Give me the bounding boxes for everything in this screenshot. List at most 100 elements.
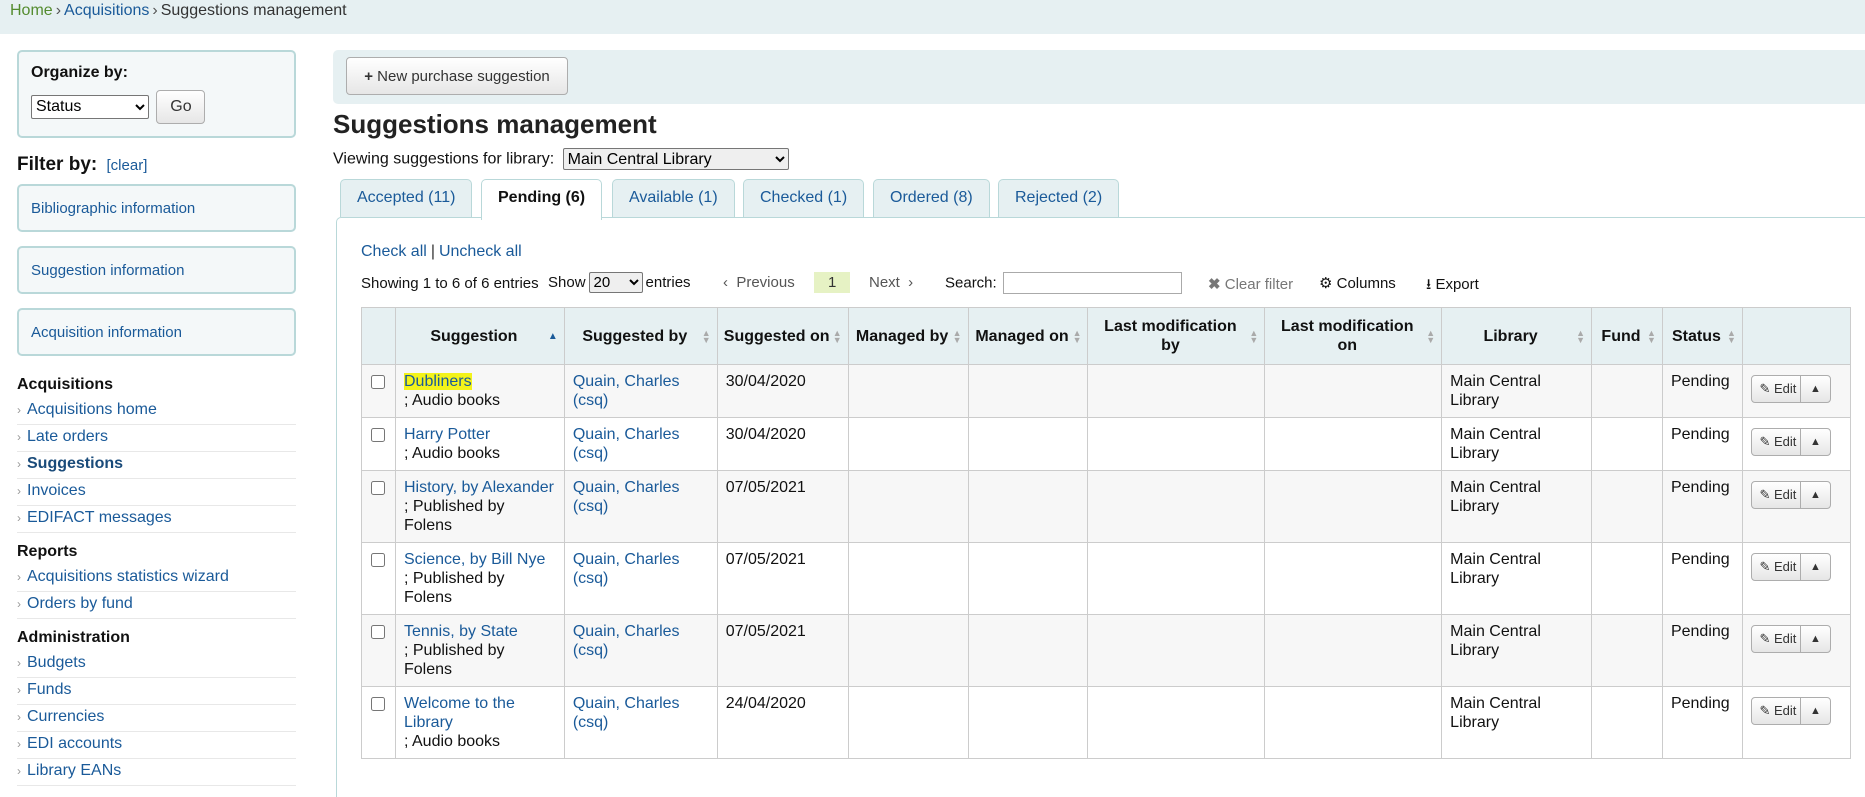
nav-item-acquisitions-home[interactable]: › Acquisitions home (17, 398, 296, 425)
edit-button[interactable]: ✎ Edit (1750, 697, 1805, 725)
suggestion-title-link[interactable]: Tennis, by State (404, 623, 518, 640)
header-managed-on[interactable]: Managed on ▲ ▼ (967, 307, 1089, 365)
suggestion-title-link[interactable]: Science, by Bill Nye (404, 551, 545, 568)
filter-section-label[interactable]: Suggestion information (31, 262, 184, 279)
chevron-right-icon: › (17, 403, 21, 417)
suggested-by-link[interactable]: Quain, Charles (csq) (573, 695, 680, 731)
nav-item-suggestions[interactable]: › Suggestions (17, 452, 296, 479)
breadcrumb-home-link[interactable]: Home (10, 2, 53, 19)
new-purchase-suggestion-button[interactable]: + New purchase suggestion (346, 57, 568, 95)
nav-item-orders-by-fund[interactable]: › Orders by fund (17, 592, 296, 619)
header-suggestion[interactable]: Suggestion ▲ (394, 307, 565, 365)
filter-section-acquisition[interactable]: Acquisition information (17, 308, 296, 356)
nav-item-label[interactable]: Acquisitions home (27, 401, 157, 418)
nav-item-label[interactable]: Library EANs (27, 762, 121, 779)
edit-button[interactable]: ✎ Edit (1750, 375, 1805, 403)
row-checkbox[interactable] (371, 428, 386, 442)
nav-item-late-orders[interactable]: › Late orders (17, 425, 296, 452)
nav-item-label[interactable]: Orders by fund (27, 595, 133, 612)
current-page-button[interactable]: 1 (814, 272, 851, 293)
filter-section-label[interactable]: Bibliographic information (31, 200, 195, 217)
columns-button[interactable]: ⚙ Columns (1319, 274, 1396, 292)
edit-button[interactable]: ✎ Edit (1750, 481, 1805, 509)
go-button[interactable]: Go (156, 90, 206, 124)
header-last-mod-by[interactable]: Last modification by ▲ ▼ (1087, 307, 1266, 365)
tab-rejected[interactable]: Rejected (2) (998, 179, 1120, 217)
nav-item-label[interactable]: Funds (27, 681, 71, 698)
row-checkbox[interactable] (371, 481, 386, 495)
nav-item-label[interactable]: Late orders (27, 428, 108, 445)
nav-item-label[interactable]: Currencies (27, 708, 104, 725)
actions-cell: ✎ Edit ▲ (1741, 614, 1852, 687)
nav-item-library-eans[interactable]: › Library EANs (17, 759, 296, 786)
actions-dropdown-button[interactable]: ▲ (1799, 553, 1831, 581)
nav-item-label[interactable]: Invoices (27, 482, 86, 499)
nav-item-label[interactable]: Budgets (27, 654, 86, 671)
suggested-by-link[interactable]: Quain, Charles (csq) (573, 479, 680, 515)
suggestion-title-link[interactable]: Harry Potter (404, 426, 490, 443)
actions-dropdown-button[interactable]: ▲ (1799, 375, 1831, 403)
nav-item-budgets[interactable]: › Budgets (17, 651, 296, 678)
nav-item-funds[interactable]: › Funds (17, 678, 296, 705)
nav-item-label[interactable]: Acquisitions statistics wizard (27, 568, 229, 585)
suggestion-title-link[interactable]: Dubliners (403, 373, 472, 390)
header-suggested-by[interactable]: Suggested by ▲ ▼ (563, 307, 718, 365)
managed-by-cell (847, 364, 969, 418)
page-size-select[interactable]: 20 (588, 272, 643, 293)
actions-dropdown-button[interactable]: ▲ (1799, 697, 1831, 725)
previous-page-button[interactable]: ‹ Previous (723, 274, 795, 291)
suggestion-title-link[interactable]: Welcome to the Library (404, 695, 515, 731)
row-checkbox[interactable] (371, 553, 386, 567)
suggestions-table: Suggestion ▲ Suggested by ▲ ▼ Suggested on ▲… (361, 307, 1852, 759)
filter-section-label[interactable]: Acquisition information (31, 324, 182, 341)
actions-cell: ✎ Edit ▲ (1741, 542, 1852, 615)
suggestion-title-link[interactable]: History, by Alexander (404, 479, 554, 496)
nav-item-label[interactable]: EDIFACT messages (27, 509, 172, 526)
edit-button[interactable]: ✎ Edit (1750, 428, 1805, 456)
header-status[interactable]: Status ▲ ▼ (1661, 307, 1743, 365)
tab-available[interactable]: Available (1) (612, 179, 735, 217)
next-page-button[interactable]: Next › (869, 274, 913, 291)
suggested-by-link[interactable]: Quain, Charles (csq) (573, 623, 680, 659)
uncheck-all-link[interactable]: Uncheck all (439, 243, 522, 260)
actions-dropdown-button[interactable]: ▲ (1799, 481, 1831, 509)
actions-dropdown-button[interactable]: ▲ (1799, 428, 1831, 456)
filter-section-suggestion[interactable]: Suggestion information (17, 246, 296, 294)
header-library[interactable]: Library ▲ ▼ (1441, 307, 1592, 365)
organize-by-select[interactable]: Status (31, 94, 149, 119)
suggested-by-link[interactable]: Quain, Charles (csq) (573, 426, 680, 462)
nav-item-edi-accounts[interactable]: › EDI accounts (17, 732, 296, 759)
actions-dropdown-button[interactable]: ▲ (1799, 625, 1831, 653)
row-checkbox[interactable] (371, 375, 386, 389)
header-suggested-on[interactable]: Suggested on ▲ ▼ (716, 307, 849, 365)
nav-item-acq-stats-wizard[interactable]: › Acquisitions statistics wizard (17, 565, 296, 592)
clear-filter-button[interactable]: ✖ Clear filter (1208, 275, 1293, 293)
filter-section-bibliographic[interactable]: Bibliographic information (17, 184, 296, 232)
edit-button[interactable]: ✎ Edit (1750, 553, 1805, 581)
nav-item-currencies[interactable]: › Currencies (17, 705, 296, 732)
tab-ordered[interactable]: Ordered (8) (873, 179, 990, 217)
plus-icon: + (364, 67, 373, 85)
filter-clear-link[interactable]: [clear] (107, 157, 148, 174)
nav-item-label[interactable]: Suggestions (27, 455, 123, 472)
nav-item-invoices[interactable]: › Invoices (17, 479, 296, 506)
row-checkbox[interactable] (371, 625, 386, 639)
nav-item-label[interactable]: EDI accounts (27, 735, 122, 752)
header-managed-by[interactable]: Managed by ▲ ▼ (847, 307, 969, 365)
nav-item-edifact-messages[interactable]: › EDIFACT messages (17, 506, 296, 533)
export-button[interactable]: ⭳ Export (1426, 274, 1479, 299)
row-checkbox[interactable] (371, 697, 386, 711)
check-all-link[interactable]: Check all (361, 243, 427, 260)
edit-button[interactable]: ✎ Edit (1750, 625, 1805, 653)
tab-checked[interactable]: Checked (1) (743, 179, 865, 217)
suggested-by-cell: Quain, Charles (csq) (563, 470, 718, 543)
library-select[interactable]: Main Central Library (562, 148, 789, 170)
suggested-by-link[interactable]: Quain, Charles (csq) (573, 551, 680, 587)
tab-pending[interactable]: Pending (6) (481, 179, 603, 220)
tab-accepted[interactable]: Accepted (11) (340, 179, 473, 217)
suggested-by-link[interactable]: Quain, Charles (csq) (573, 373, 680, 409)
header-last-mod-on[interactable]: Last modification on ▲ ▼ (1264, 307, 1443, 365)
breadcrumb-acquisitions-link[interactable]: Acquisitions (64, 2, 149, 19)
search-input[interactable] (1002, 272, 1182, 294)
header-fund[interactable]: Fund ▲ ▼ (1590, 307, 1663, 365)
